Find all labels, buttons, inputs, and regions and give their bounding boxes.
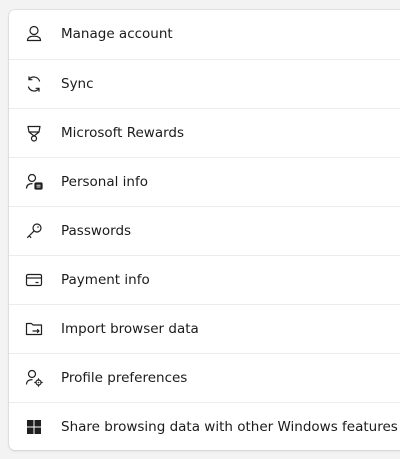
menu-item-payment-info[interactable]: Payment info bbox=[9, 255, 400, 304]
person-settings-icon bbox=[24, 368, 44, 388]
menu-item-label: Manage account bbox=[61, 26, 173, 42]
menu-item-label: Import browser data bbox=[61, 321, 199, 337]
menu-item-sync[interactable]: Sync bbox=[9, 59, 400, 108]
key-icon bbox=[24, 221, 44, 241]
menu-item-label: Microsoft Rewards bbox=[61, 125, 185, 141]
menu-item-share-browsing-data[interactable]: Share browsing data with other Windows f… bbox=[9, 402, 400, 450]
trophy-icon bbox=[24, 123, 44, 143]
profile-settings-card: Manage account Sync Microsoft Rewards Pe… bbox=[9, 10, 400, 450]
personal-info-icon bbox=[24, 172, 44, 192]
person-icon bbox=[24, 24, 44, 44]
menu-item-personal-info[interactable]: Personal info bbox=[9, 157, 400, 206]
menu-item-label: Profile preferences bbox=[61, 370, 188, 386]
menu-item-label: Share browsing data with other Windows f… bbox=[61, 419, 398, 435]
menu-item-microsoft-rewards[interactable]: Microsoft Rewards bbox=[9, 108, 400, 157]
windows-logo-icon bbox=[24, 417, 44, 437]
menu-item-manage-account[interactable]: Manage account bbox=[9, 10, 400, 58]
credit-card-icon bbox=[24, 270, 44, 290]
menu-item-label: Passwords bbox=[61, 223, 132, 239]
menu-item-profile-preferences[interactable]: Profile preferences bbox=[9, 353, 400, 402]
import-folder-icon bbox=[24, 319, 44, 339]
sync-icon bbox=[24, 74, 44, 94]
menu-item-import-browser-data[interactable]: Import browser data bbox=[9, 304, 400, 353]
menu-item-label: Payment info bbox=[61, 272, 150, 288]
menu-item-label: Sync bbox=[61, 76, 94, 92]
menu-item-passwords[interactable]: Passwords bbox=[9, 206, 400, 255]
menu-item-label: Personal info bbox=[61, 174, 148, 190]
